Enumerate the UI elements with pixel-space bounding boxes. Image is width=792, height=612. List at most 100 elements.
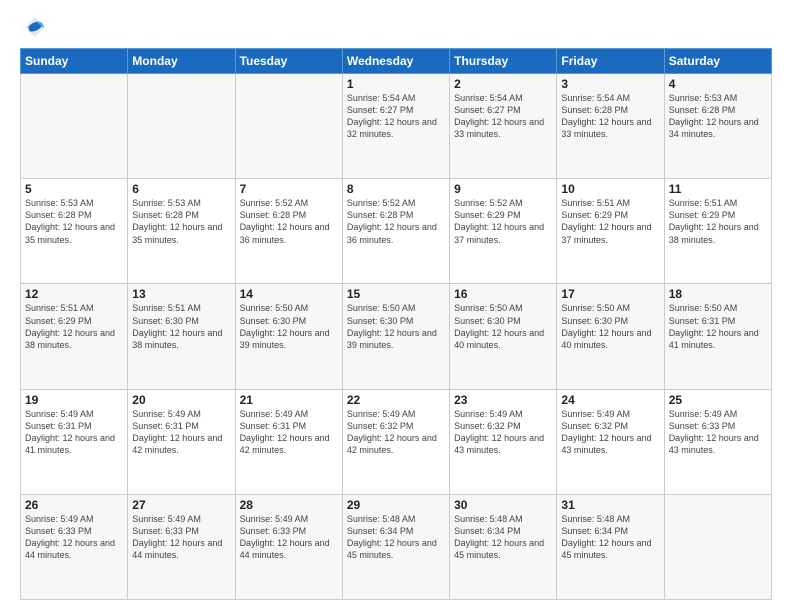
day-number: 31	[561, 498, 659, 512]
day-info: Sunrise: 5:49 AMSunset: 6:32 PMDaylight:…	[347, 408, 445, 457]
calendar-cell: 9Sunrise: 5:52 AMSunset: 6:29 PMDaylight…	[450, 179, 557, 284]
weekday-friday: Friday	[557, 49, 664, 74]
day-info: Sunrise: 5:49 AMSunset: 6:33 PMDaylight:…	[669, 408, 767, 457]
calendar-cell: 21Sunrise: 5:49 AMSunset: 6:31 PMDayligh…	[235, 389, 342, 494]
weekday-header-row: SundayMondayTuesdayWednesdayThursdayFrid…	[21, 49, 772, 74]
day-number: 29	[347, 498, 445, 512]
calendar-week-1: 1Sunrise: 5:54 AMSunset: 6:27 PMDaylight…	[21, 74, 772, 179]
calendar-cell	[235, 74, 342, 179]
day-number: 24	[561, 393, 659, 407]
day-info: Sunrise: 5:49 AMSunset: 6:32 PMDaylight:…	[561, 408, 659, 457]
weekday-wednesday: Wednesday	[342, 49, 449, 74]
day-info: Sunrise: 5:51 AMSunset: 6:29 PMDaylight:…	[25, 302, 123, 351]
calendar-header: SundayMondayTuesdayWednesdayThursdayFrid…	[21, 49, 772, 74]
day-number: 10	[561, 182, 659, 196]
calendar-cell: 29Sunrise: 5:48 AMSunset: 6:34 PMDayligh…	[342, 494, 449, 599]
calendar-cell	[21, 74, 128, 179]
day-number: 23	[454, 393, 552, 407]
calendar-cell: 3Sunrise: 5:54 AMSunset: 6:28 PMDaylight…	[557, 74, 664, 179]
day-info: Sunrise: 5:49 AMSunset: 6:33 PMDaylight:…	[132, 513, 230, 562]
day-info: Sunrise: 5:51 AMSunset: 6:29 PMDaylight:…	[561, 197, 659, 246]
calendar-week-4: 19Sunrise: 5:49 AMSunset: 6:31 PMDayligh…	[21, 389, 772, 494]
day-info: Sunrise: 5:50 AMSunset: 6:30 PMDaylight:…	[240, 302, 338, 351]
calendar-cell: 23Sunrise: 5:49 AMSunset: 6:32 PMDayligh…	[450, 389, 557, 494]
day-number: 22	[347, 393, 445, 407]
calendar-week-2: 5 Sunrise: 5:53 AMSunset: 6:28 PMDaylight…	[21, 179, 772, 284]
day-info: Sunrise: 5:49 AMSunset: 6:33 PMDaylight:…	[25, 513, 123, 562]
day-info: Sunrise: 5:50 AMSunset: 6:30 PMDaylight:…	[347, 302, 445, 351]
calendar-body: 1Sunrise: 5:54 AMSunset: 6:27 PMDaylight…	[21, 74, 772, 600]
weekday-saturday: Saturday	[664, 49, 771, 74]
calendar-cell: 18Sunrise: 5:50 AMSunset: 6:31 PMDayligh…	[664, 284, 771, 389]
day-number: 3	[561, 77, 659, 91]
day-number: 5	[25, 182, 123, 196]
calendar-cell: 16Sunrise: 5:50 AMSunset: 6:30 PMDayligh…	[450, 284, 557, 389]
calendar-cell: 4Sunrise: 5:53 AMSunset: 6:28 PMDaylight…	[664, 74, 771, 179]
calendar-cell: 14Sunrise: 5:50 AMSunset: 6:30 PMDayligh…	[235, 284, 342, 389]
calendar-cell: 2Sunrise: 5:54 AMSunset: 6:27 PMDaylight…	[450, 74, 557, 179]
day-number: 9	[454, 182, 552, 196]
calendar-week-5: 26Sunrise: 5:49 AMSunset: 6:33 PMDayligh…	[21, 494, 772, 599]
day-info: Sunrise: 5:52 AMSunset: 6:28 PMDaylight:…	[347, 197, 445, 246]
day-info: Sunrise: 5:51 AMSunset: 6:30 PMDaylight:…	[132, 302, 230, 351]
logo	[20, 16, 46, 38]
day-number: 15	[347, 287, 445, 301]
calendar-cell: 20Sunrise: 5:49 AMSunset: 6:31 PMDayligh…	[128, 389, 235, 494]
day-info: Sunrise: 5:52 AMSunset: 6:29 PMDaylight:…	[454, 197, 552, 246]
calendar-cell: 11Sunrise: 5:51 AMSunset: 6:29 PMDayligh…	[664, 179, 771, 284]
day-number: 6	[132, 182, 230, 196]
day-number: 11	[669, 182, 767, 196]
day-number: 17	[561, 287, 659, 301]
calendar-week-3: 12Sunrise: 5:51 AMSunset: 6:29 PMDayligh…	[21, 284, 772, 389]
day-info: Sunrise: 5:48 AMSunset: 6:34 PMDaylight:…	[347, 513, 445, 562]
calendar-cell	[664, 494, 771, 599]
day-info: Sunrise: 5:51 AMSunset: 6:29 PMDaylight:…	[669, 197, 767, 246]
day-number: 28	[240, 498, 338, 512]
calendar-table: SundayMondayTuesdayWednesdayThursdayFrid…	[20, 48, 772, 600]
weekday-tuesday: Tuesday	[235, 49, 342, 74]
calendar-cell: 25Sunrise: 5:49 AMSunset: 6:33 PMDayligh…	[664, 389, 771, 494]
day-info: Sunrise: 5:53 AMSunset: 6:28 PMDaylight:…	[132, 197, 230, 246]
day-info: Sunrise: 5:49 AMSunset: 6:33 PMDaylight:…	[240, 513, 338, 562]
logo-icon	[24, 16, 46, 38]
day-number: 4	[669, 77, 767, 91]
day-number: 14	[240, 287, 338, 301]
header	[20, 16, 772, 38]
calendar-cell: 31Sunrise: 5:48 AMSunset: 6:34 PMDayligh…	[557, 494, 664, 599]
calendar-cell: 13Sunrise: 5:51 AMSunset: 6:30 PMDayligh…	[128, 284, 235, 389]
day-number: 20	[132, 393, 230, 407]
day-info: Sunrise: 5:53 AMSunset: 6:28 PMDaylight:…	[669, 92, 767, 141]
calendar-cell: 22Sunrise: 5:49 AMSunset: 6:32 PMDayligh…	[342, 389, 449, 494]
day-number: 8	[347, 182, 445, 196]
calendar-cell: 24Sunrise: 5:49 AMSunset: 6:32 PMDayligh…	[557, 389, 664, 494]
calendar-cell: 7Sunrise: 5:52 AMSunset: 6:28 PMDaylight…	[235, 179, 342, 284]
day-number: 16	[454, 287, 552, 301]
day-number: 1	[347, 77, 445, 91]
day-info: Sunrise: 5:48 AMSunset: 6:34 PMDaylight:…	[454, 513, 552, 562]
calendar-cell: 15Sunrise: 5:50 AMSunset: 6:30 PMDayligh…	[342, 284, 449, 389]
calendar-cell: 10Sunrise: 5:51 AMSunset: 6:29 PMDayligh…	[557, 179, 664, 284]
day-number: 18	[669, 287, 767, 301]
day-number: 19	[25, 393, 123, 407]
day-number: 27	[132, 498, 230, 512]
day-info: Sunrise: 5:52 AMSunset: 6:28 PMDaylight:…	[240, 197, 338, 246]
day-number: 26	[25, 498, 123, 512]
day-info: Sunrise: 5:50 AMSunset: 6:30 PMDaylight:…	[454, 302, 552, 351]
calendar-cell: 27Sunrise: 5:49 AMSunset: 6:33 PMDayligh…	[128, 494, 235, 599]
day-number: 30	[454, 498, 552, 512]
page: SundayMondayTuesdayWednesdayThursdayFrid…	[0, 0, 792, 612]
day-number: 12	[25, 287, 123, 301]
day-number: 21	[240, 393, 338, 407]
weekday-monday: Monday	[128, 49, 235, 74]
day-info: Sunrise: 5:54 AMSunset: 6:27 PMDaylight:…	[347, 92, 445, 141]
day-info: Sunrise: 5:54 AMSunset: 6:28 PMDaylight:…	[561, 92, 659, 141]
day-info: Sunrise: 5:50 AMSunset: 6:31 PMDaylight:…	[669, 302, 767, 351]
weekday-sunday: Sunday	[21, 49, 128, 74]
day-info: Sunrise: 5:48 AMSunset: 6:34 PMDaylight:…	[561, 513, 659, 562]
calendar-cell: 17Sunrise: 5:50 AMSunset: 6:30 PMDayligh…	[557, 284, 664, 389]
calendar-cell: 19Sunrise: 5:49 AMSunset: 6:31 PMDayligh…	[21, 389, 128, 494]
calendar-cell: 12Sunrise: 5:51 AMSunset: 6:29 PMDayligh…	[21, 284, 128, 389]
calendar-cell: 6Sunrise: 5:53 AMSunset: 6:28 PMDaylight…	[128, 179, 235, 284]
calendar-cell: 30Sunrise: 5:48 AMSunset: 6:34 PMDayligh…	[450, 494, 557, 599]
weekday-thursday: Thursday	[450, 49, 557, 74]
